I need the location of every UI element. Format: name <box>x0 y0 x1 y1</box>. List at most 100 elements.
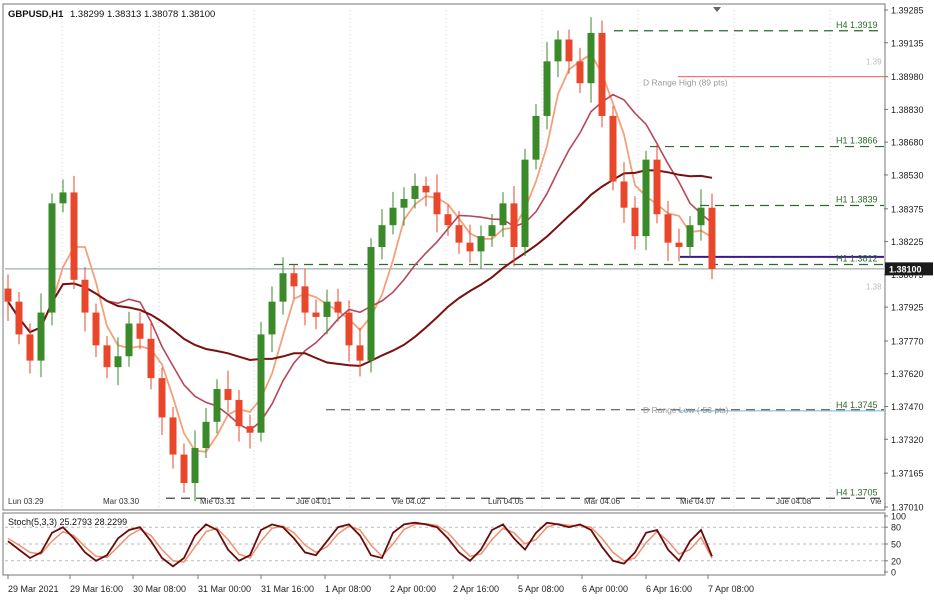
candle-body[interactable] <box>686 225 694 248</box>
candle-body[interactable] <box>587 32 595 84</box>
candle-body[interactable] <box>312 312 320 317</box>
candle-body[interactable] <box>543 61 551 116</box>
time-axis-label: 29 Mar 2021 <box>8 584 59 594</box>
current-price-label: 1.38100 <box>889 264 922 274</box>
candle-body[interactable] <box>499 203 507 226</box>
day-label: Jue 04.01 <box>296 497 332 506</box>
time-axis-label: 31 Mar 16:00 <box>261 584 314 594</box>
candle-body[interactable] <box>510 203 518 248</box>
candle-body[interactable] <box>367 247 375 361</box>
candle-body[interactable] <box>37 312 45 361</box>
day-label: Vie 04.02 <box>392 497 426 506</box>
candle-body[interactable] <box>246 426 254 433</box>
candle-body[interactable] <box>532 115 540 160</box>
candle-body[interactable] <box>400 198 408 208</box>
candle-body[interactable] <box>389 207 397 226</box>
candle-body[interactable] <box>422 185 430 193</box>
range-low-label: D Range Low (-53 pts) <box>643 405 729 415</box>
candle-body[interactable] <box>114 356 122 368</box>
level-h4-1919-label: H4 1.3919 <box>836 20 878 30</box>
range-low-line-label: H4 1.3745 <box>836 400 878 410</box>
price-axis-label: 1.38225 <box>891 237 924 247</box>
price-axis-label: 1.39135 <box>891 38 924 48</box>
candle-body[interactable] <box>290 273 298 287</box>
stoch-axis-label: 50 <box>891 540 901 550</box>
price-axis-label: 1.37320 <box>891 435 924 445</box>
candle-body[interactable] <box>708 207 716 269</box>
candle-body[interactable] <box>609 115 617 182</box>
candle-body[interactable] <box>136 323 144 339</box>
candle-body[interactable] <box>279 273 287 302</box>
candle-body[interactable] <box>81 279 89 313</box>
candle-body[interactable] <box>4 288 12 302</box>
price-axis-label: 1.37470 <box>891 402 924 412</box>
candle-body[interactable] <box>565 39 573 62</box>
candle-body[interactable] <box>59 192 67 204</box>
candle-body[interactable] <box>191 448 199 483</box>
candle-body[interactable] <box>697 207 705 226</box>
time-axis-label: 30 Mar 08:00 <box>133 584 186 594</box>
price-axis-label: 1.38530 <box>891 170 924 180</box>
time-axis-label: 31 Mar 00:00 <box>198 584 251 594</box>
range-high-label: D Range High (89 pts) <box>643 78 728 88</box>
candle-body[interactable] <box>334 301 342 313</box>
faint-price-label: 1.39 <box>866 57 882 66</box>
level-h1-1839-label: H1 1.3839 <box>836 195 878 205</box>
candle-body[interactable] <box>444 214 452 226</box>
candle-body[interactable] <box>180 454 188 483</box>
level-h1-1866-label: H1 1.3866 <box>836 136 878 146</box>
day-label: Mie 04.07 <box>680 497 716 506</box>
candle-body[interactable] <box>15 301 23 335</box>
day-label: Mar 04.06 <box>584 497 621 506</box>
candle-body[interactable] <box>466 242 474 252</box>
time-axis-label: 6 Apr 16:00 <box>646 584 692 594</box>
candle-body[interactable] <box>653 159 661 215</box>
candle-body[interactable] <box>224 389 232 400</box>
candle-body[interactable] <box>455 225 463 243</box>
price-axis-label: 1.37165 <box>891 469 924 479</box>
candle-body[interactable] <box>103 345 111 368</box>
stoch-axis-label: 100 <box>891 512 906 522</box>
candle-body[interactable] <box>345 312 353 346</box>
candle-body[interactable] <box>213 389 221 422</box>
day-label: Lun 04.05 <box>488 497 524 506</box>
candle-body[interactable] <box>158 378 166 418</box>
candle-body[interactable] <box>576 61 584 84</box>
candle-body[interactable] <box>642 159 650 237</box>
price-axis-label: 1.38375 <box>891 204 924 214</box>
day-label: Mie 03.31 <box>200 497 236 506</box>
candle-body[interactable] <box>323 301 331 317</box>
candle-body[interactable] <box>664 214 672 243</box>
candle-body[interactable] <box>411 185 419 199</box>
candle-body[interactable] <box>598 32 606 116</box>
candle-body[interactable] <box>521 159 529 248</box>
candle-body[interactable] <box>268 301 276 335</box>
candle-body[interactable] <box>147 338 155 379</box>
candle-body[interactable] <box>378 225 386 248</box>
candle-body[interactable] <box>301 286 309 313</box>
candle-body[interactable] <box>433 192 441 215</box>
candle-body[interactable] <box>70 192 78 280</box>
candle-body[interactable] <box>488 225 496 237</box>
candle-body[interactable] <box>169 417 177 455</box>
candle-body[interactable] <box>92 312 100 346</box>
candle-body[interactable] <box>356 345 364 361</box>
price-axis-label: 1.37925 <box>891 303 924 313</box>
candle-body[interactable] <box>631 207 639 237</box>
candle-body[interactable] <box>48 203 56 313</box>
candle-body[interactable] <box>257 334 265 433</box>
ohlc-values: 1.38299 1.38313 1.38078 1.38100 <box>70 9 215 20</box>
candle-body[interactable] <box>235 399 243 427</box>
candle-body[interactable] <box>202 421 210 449</box>
price-axis-label: 1.38980 <box>891 72 924 82</box>
gbpusd-h1-chart[interactable]: GBPUSD,H1 1.38299 1.38313 1.38078 1.3810… <box>0 0 934 602</box>
candle-body[interactable] <box>675 242 683 248</box>
candle-body[interactable] <box>125 323 133 357</box>
time-axis-label: 1 Apr 08:00 <box>325 584 371 594</box>
candle-body[interactable] <box>477 236 485 252</box>
symbol-label: GBPUSD,H1 <box>8 9 64 20</box>
candle-body[interactable] <box>620 181 628 208</box>
level-h4-1705-label: H4 1.3705 <box>836 487 878 497</box>
candle-body[interactable] <box>554 39 562 62</box>
candle-body[interactable] <box>26 334 34 361</box>
